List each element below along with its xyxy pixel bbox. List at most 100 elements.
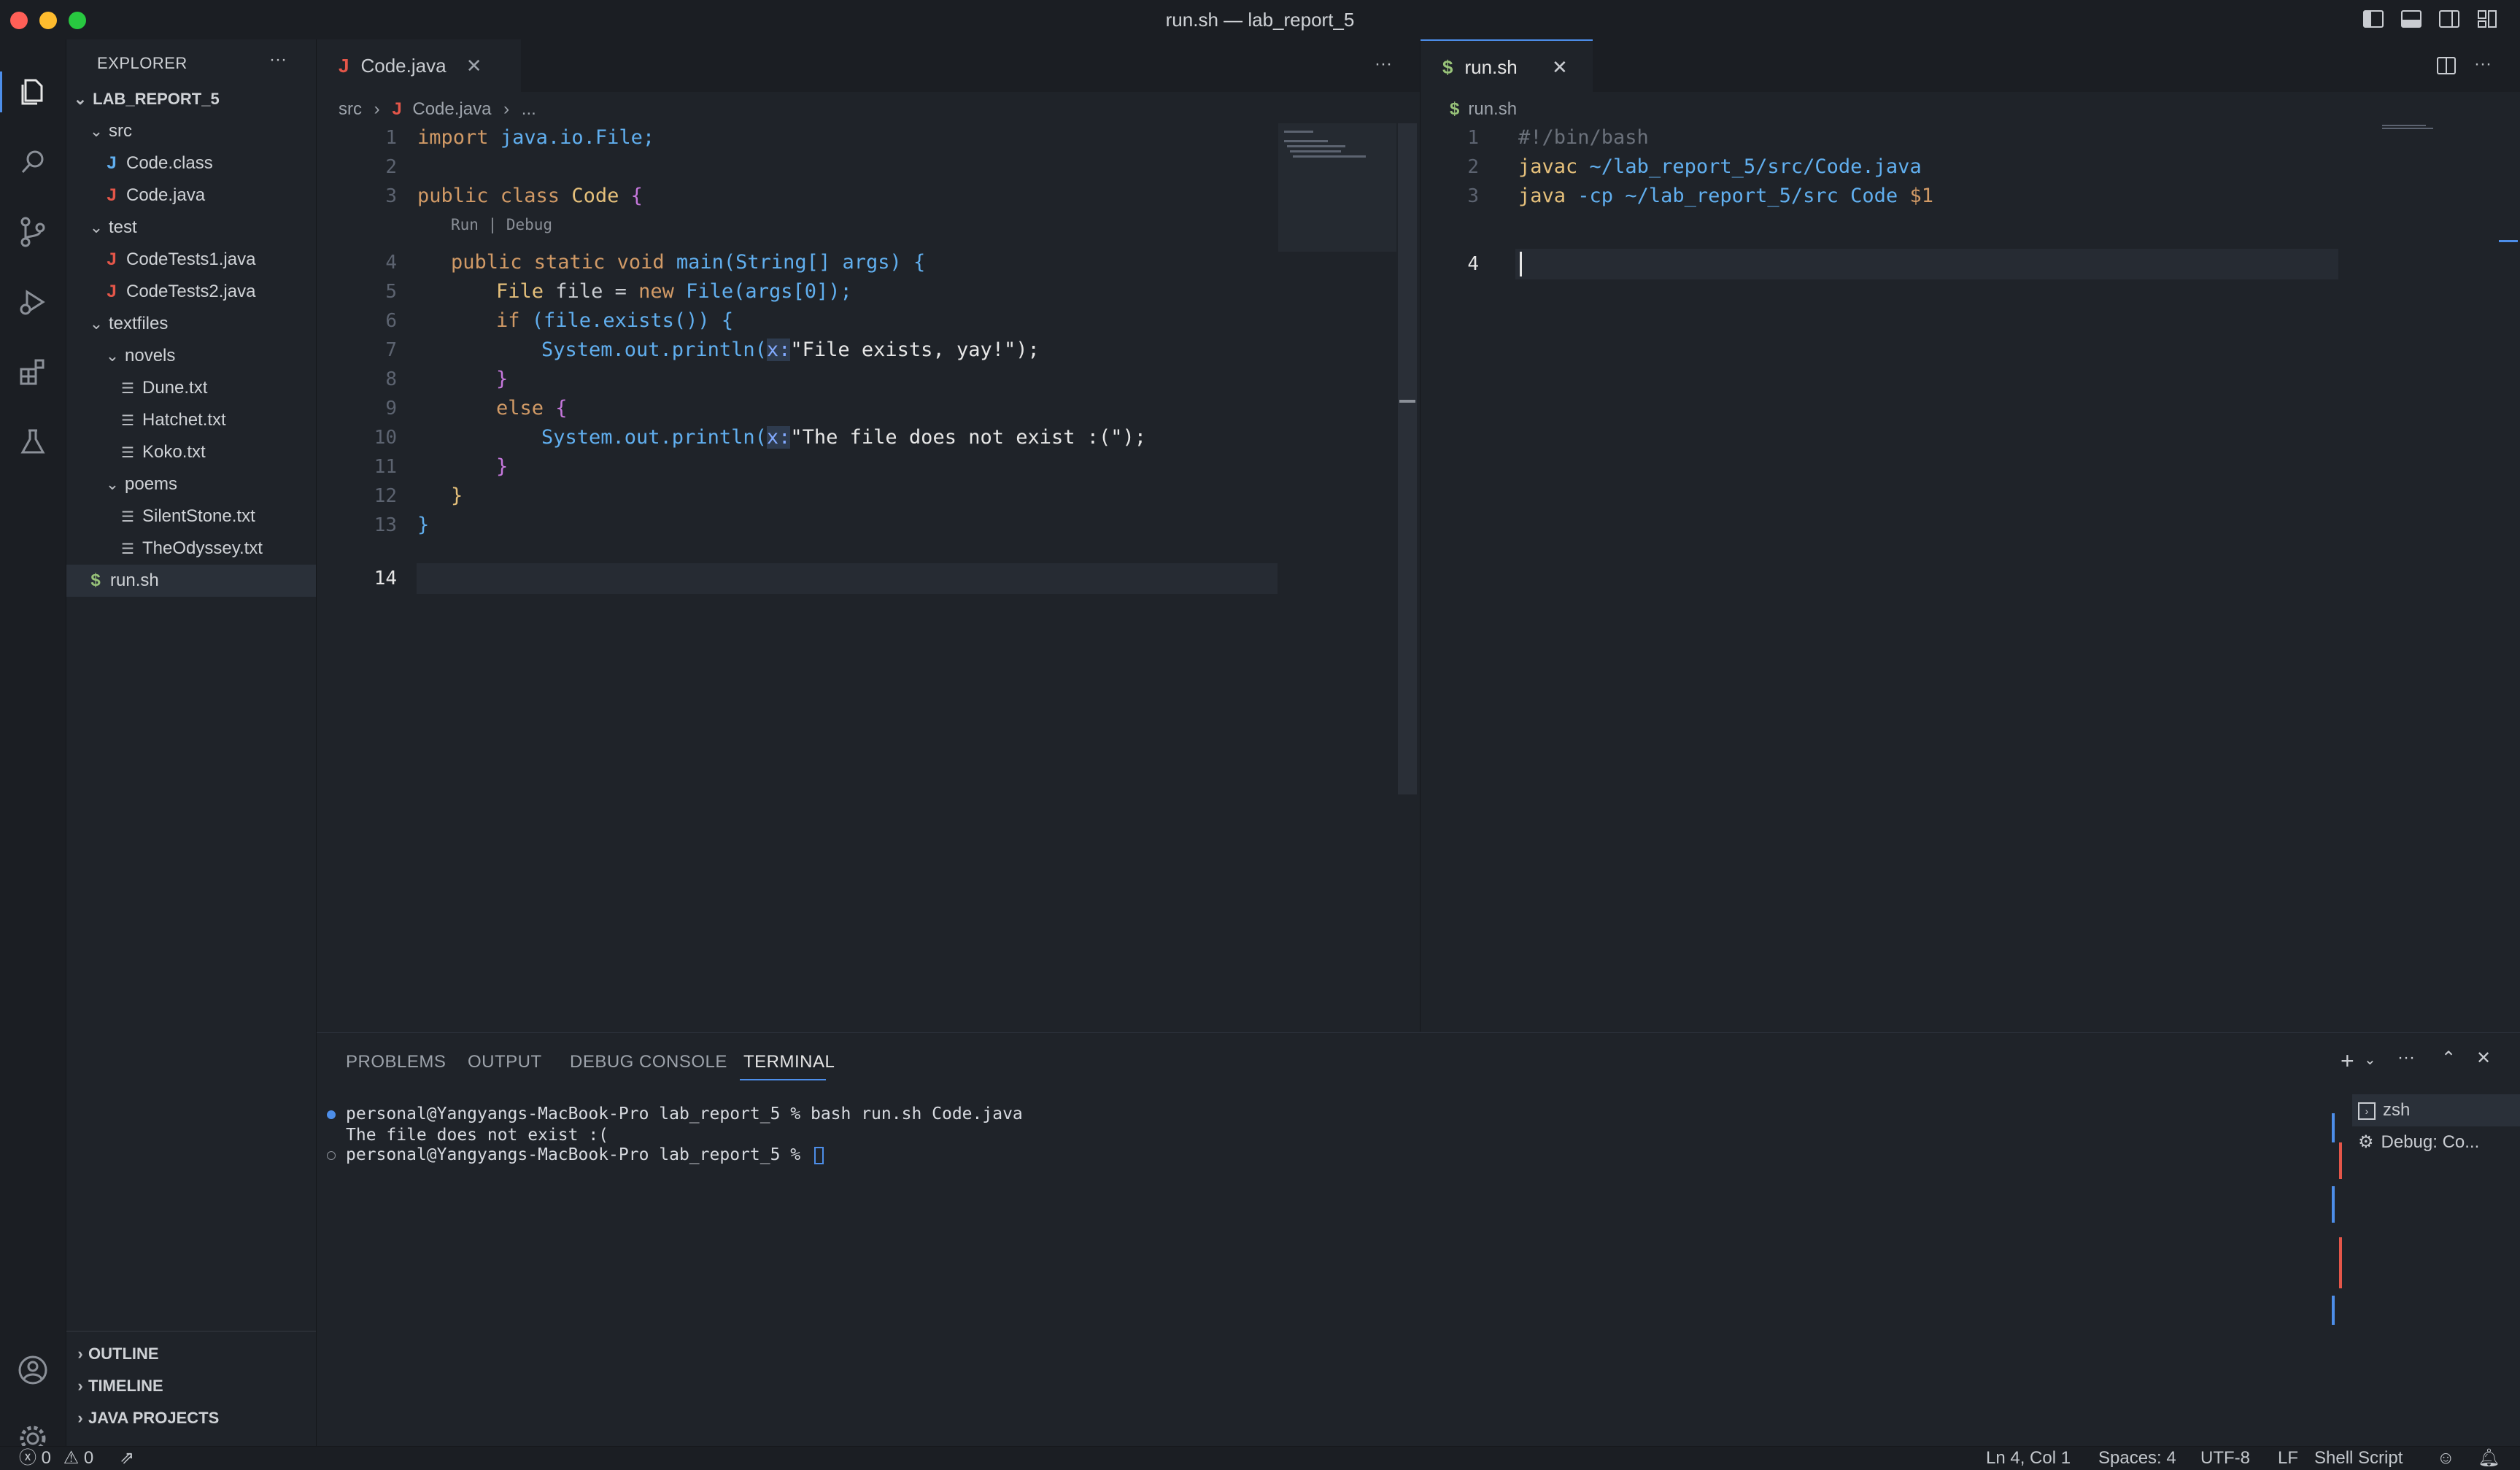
customize-layout-icon[interactable] xyxy=(2476,9,2498,29)
chevron-down-icon[interactable]: ⌄ xyxy=(2364,1051,2376,1069)
close-tab-icon[interactable]: ✕ xyxy=(466,55,482,77)
chevron-right-icon: › xyxy=(77,1345,83,1363)
terminal-session-debug[interactable]: ⚙ Debug: Co... xyxy=(2352,1126,2520,1158)
line-number: 2 xyxy=(1467,156,1479,178)
close-tab-icon[interactable]: ✕ xyxy=(1552,56,1568,78)
tree-item-label: run.sh xyxy=(110,570,159,590)
tree-folder[interactable]: ⌄ poems xyxy=(66,468,316,500)
terminal-line: personal@Yangyangs-MacBook-Pro lab_repor… xyxy=(346,1145,811,1164)
workspace-root[interactable]: ⌄ LAB_REPORT_5 xyxy=(66,83,316,115)
vertical-scrollbar[interactable] xyxy=(1398,123,1417,794)
breadcrumb-file[interactable]: run.sh xyxy=(1468,99,1517,119)
line-number: 11 xyxy=(374,456,397,478)
breadcrumb-folder[interactable]: src xyxy=(339,99,362,119)
tree-file[interactable]: J Code.java xyxy=(66,179,316,212)
editor-more-button[interactable]: ··· xyxy=(2474,54,2492,74)
tree-file[interactable]: ☰ Hatchet.txt xyxy=(66,404,316,436)
extensions-icon[interactable] xyxy=(15,355,50,390)
breadcrumb-file[interactable]: Code.java xyxy=(412,99,491,119)
toggle-panel-icon[interactable] xyxy=(2400,9,2422,29)
tree-file[interactable]: ☰ Dune.txt xyxy=(66,372,316,404)
tree-folder[interactable]: ⌄ src xyxy=(66,115,316,147)
code-line-4: public static void main(String[] args) { xyxy=(451,251,926,274)
tree-file[interactable]: J CodeTests1.java xyxy=(66,244,316,276)
chevron-right-icon: › xyxy=(77,1377,83,1395)
line-number: 13 xyxy=(374,514,397,536)
tab-run-sh[interactable]: $ run.sh ✕ xyxy=(1421,39,1593,92)
toggle-primary-sidebar-icon[interactable] xyxy=(2362,9,2384,29)
language-mode[interactable]: Shell Script xyxy=(2314,1447,2403,1470)
java-projects-section[interactable]: › JAVA PROJECTS xyxy=(66,1402,316,1434)
new-terminal-plus-icon[interactable]: + xyxy=(2341,1048,2354,1075)
end-of-line[interactable]: LF xyxy=(2278,1447,2298,1470)
tab-debug-console[interactable]: DEBUG CONSOLE xyxy=(570,1033,727,1091)
panel-more-button[interactable]: ··· xyxy=(2397,1048,2415,1068)
java-file-icon: J xyxy=(107,249,117,269)
indentation[interactable]: Spaces: 4 xyxy=(2098,1447,2176,1470)
explorer-files-icon[interactable] xyxy=(15,74,50,109)
tree-folder[interactable]: ⌄ test xyxy=(66,212,316,244)
editor-more-button[interactable]: ··· xyxy=(1375,54,1392,74)
line-number: 2 xyxy=(385,156,397,178)
tree-file[interactable]: ☰ SilentStone.txt xyxy=(66,500,316,533)
explorer-more-button[interactable]: ··· xyxy=(269,50,287,70)
maximize-panel-chevron-up-icon[interactable]: ⌃ xyxy=(2441,1048,2456,1069)
tree-item-label: Koko.txt xyxy=(142,442,206,462)
tree-item-label: TheOdyssey.txt xyxy=(142,538,263,558)
timeline-section[interactable]: › TIMELINE xyxy=(66,1370,316,1402)
source-control-icon[interactable] xyxy=(15,214,50,249)
accounts-icon[interactable] xyxy=(15,1353,50,1388)
tree-item-label: Hatchet.txt xyxy=(142,410,226,430)
line-number: 14 xyxy=(374,568,397,589)
code-line-12: } xyxy=(451,484,463,507)
current-line-highlight xyxy=(417,563,1278,594)
chevron-down-icon: ⌄ xyxy=(89,218,104,236)
cursor-position[interactable]: Ln 4, Col 1 xyxy=(1986,1447,2071,1470)
tab-problems[interactable]: PROBLEMS xyxy=(346,1033,446,1091)
problems-status[interactable]: ⓧ 0 ⚠ 0 xyxy=(19,1447,93,1470)
codelens-run-debug[interactable]: Run | Debug xyxy=(451,210,552,239)
minimap[interactable] xyxy=(1278,123,1396,252)
shell-file-icon: $ xyxy=(1442,56,1453,78)
tree-item-label: Code.java xyxy=(126,185,206,205)
notifications-bell-icon[interactable]: 🔔︎ xyxy=(2478,1447,2500,1470)
java-file-icon: J xyxy=(339,55,349,77)
tree-file[interactable]: ☰ TheOdyssey.txt xyxy=(66,533,316,565)
line-number: 4 xyxy=(1467,253,1479,275)
search-icon[interactable] xyxy=(15,144,50,179)
line-number: 10 xyxy=(374,427,397,449)
run-and-debug-icon[interactable] xyxy=(15,285,50,320)
tree-file[interactable]: ☰ Koko.txt xyxy=(66,436,316,468)
testing-flask-icon[interactable] xyxy=(15,425,50,460)
param-hint: x: xyxy=(766,426,791,449)
code-line-5: File file = new File(args[0]); xyxy=(496,280,852,303)
tab-terminal[interactable]: TERMINAL xyxy=(743,1033,835,1091)
file-encoding[interactable]: UTF-8 xyxy=(2200,1447,2250,1470)
code-line-1: import java.io.File; xyxy=(417,126,655,149)
terminal-session-zsh[interactable]: › zsh xyxy=(2352,1094,2520,1126)
tab-code-java[interactable]: J Code.java ✕ xyxy=(317,39,521,92)
terminal-line: personal@Yangyangs-MacBook-Pro lab_repor… xyxy=(346,1105,1023,1123)
chevron-right-icon: › xyxy=(77,1409,83,1427)
tab-output[interactable]: OUTPUT xyxy=(468,1033,542,1091)
terminal-line: The file does not exist :( xyxy=(346,1126,609,1145)
tree-file[interactable]: J CodeTests2.java xyxy=(66,276,316,308)
breadcrumb: $ run.sh xyxy=(1450,95,1517,124)
split-editor-icon[interactable] xyxy=(2436,55,2457,76)
remote-debug-icon[interactable]: ⇗ xyxy=(120,1447,134,1470)
text-file-icon: ☰ xyxy=(121,509,134,525)
class-file-icon: J xyxy=(107,153,117,173)
tree-folder[interactable]: ⌄ novels xyxy=(66,340,316,372)
tree-file[interactable]: J Code.class xyxy=(66,147,316,179)
minimap[interactable] xyxy=(2382,123,2433,131)
line-number: 3 xyxy=(385,185,397,207)
feedback-icon[interactable]: ☺ xyxy=(2437,1447,2455,1470)
explorer-header: EXPLORER xyxy=(97,54,188,72)
tree-file[interactable]: $ run.sh xyxy=(66,565,316,597)
close-panel-icon[interactable]: ✕ xyxy=(2476,1048,2491,1069)
tree-folder[interactable]: ⌄ textfiles xyxy=(66,308,316,340)
outline-section[interactable]: › OUTLINE xyxy=(66,1338,316,1370)
breadcrumb-symbol[interactable]: ... xyxy=(522,99,536,119)
toggle-secondary-sidebar-icon[interactable] xyxy=(2438,9,2460,29)
code-line-13: } xyxy=(417,514,430,536)
